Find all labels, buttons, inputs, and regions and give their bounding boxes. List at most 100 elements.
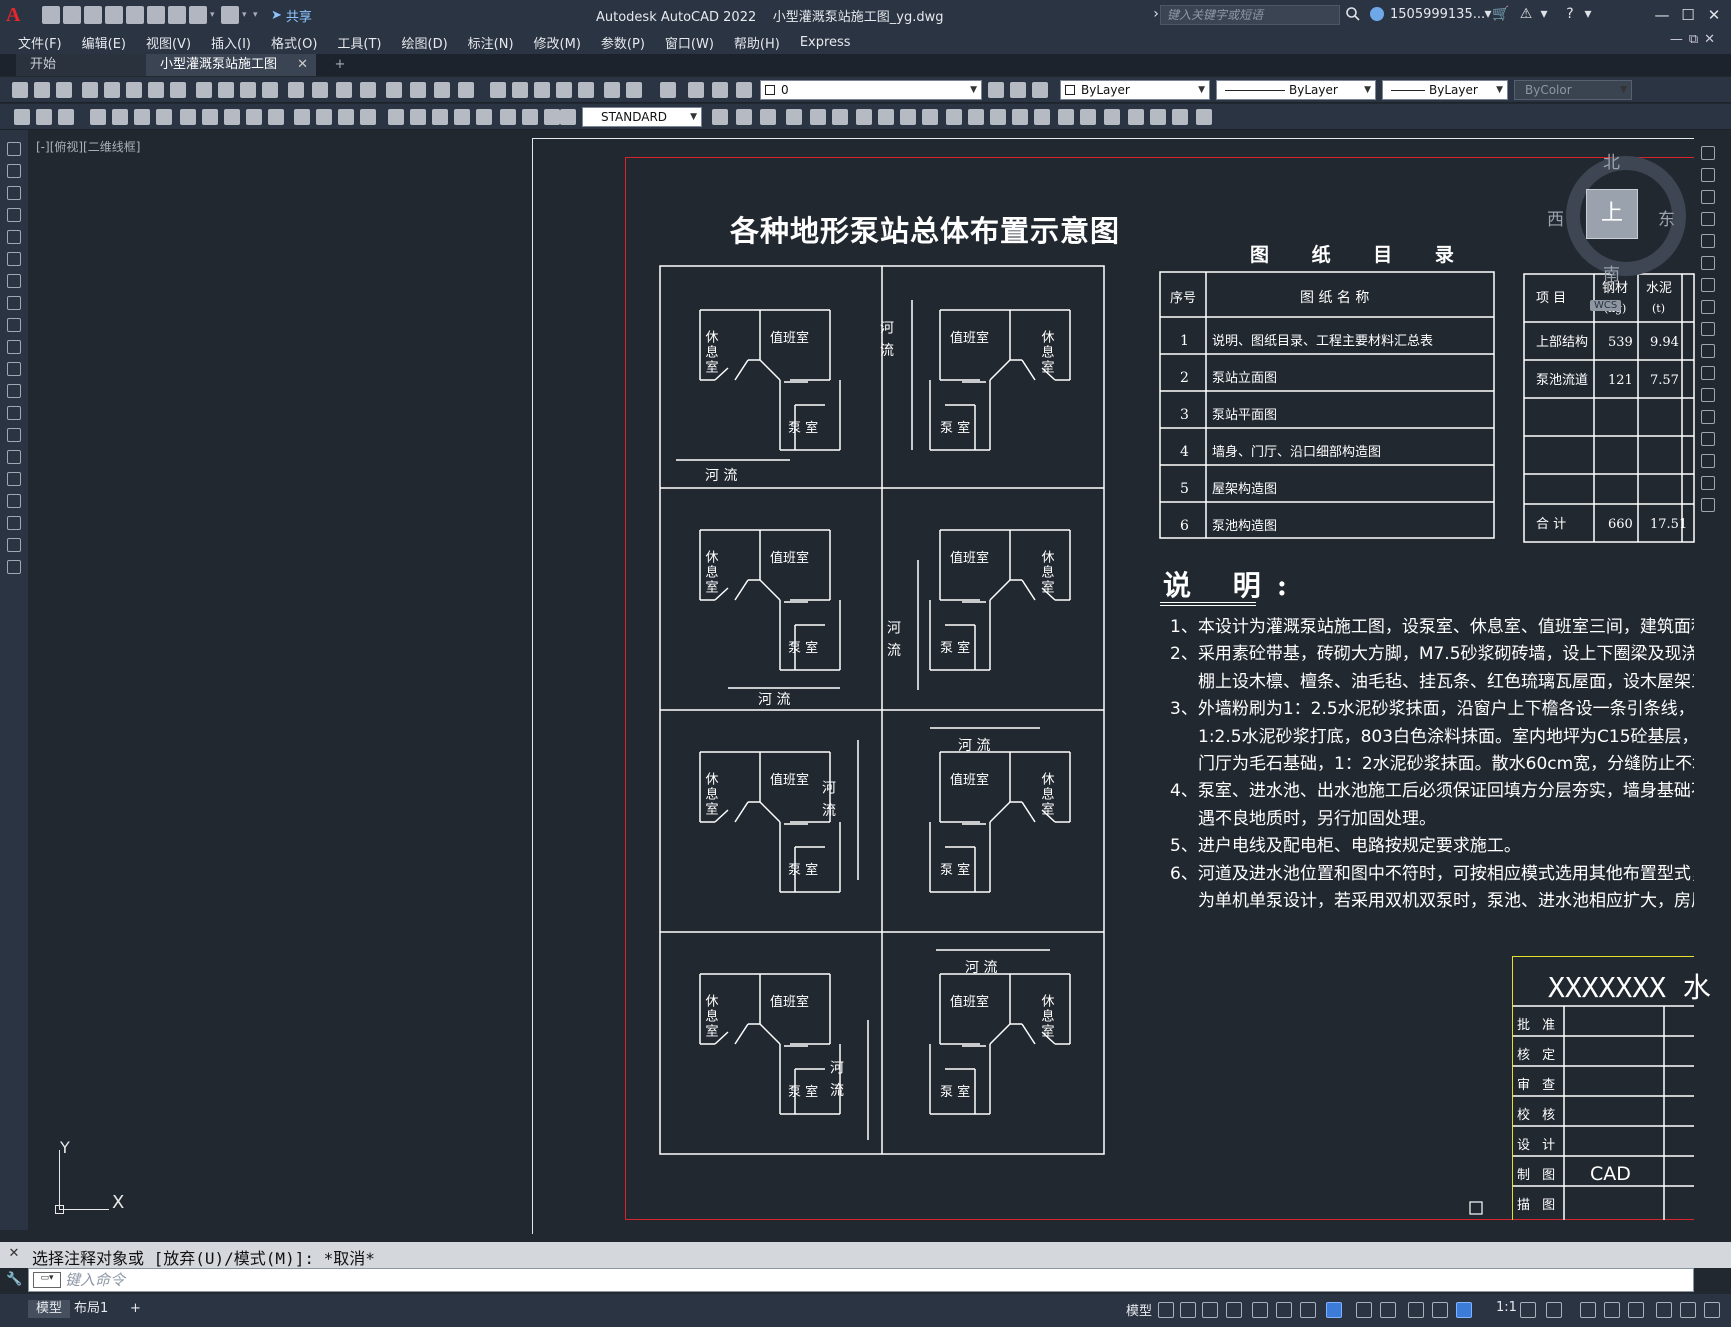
sketch-5-rest-label: 休息室 [1039,772,1055,817]
status-toggle-icon-20[interactable] [1704,1302,1720,1318]
command-close-icon[interactable]: ✕ [6,1246,22,1262]
sketch-6-duty-label: 值班室 [770,994,809,1010]
sketch-2-rest-label: 休息室 [703,550,719,595]
sketch-3-f [1021,579,1036,601]
status-toggle-icon-3[interactable] [1226,1302,1242,1318]
river-label-5: 河 流 [958,738,990,754]
annotation-scale[interactable]: 1:1 [1496,1300,1517,1315]
title-block-name: XXXXXXX 水 [1548,971,1711,1004]
note-line-2: 棚上设木檩、檀条、油毛毡、挂瓦条、红色琉璃瓦屋面，设木屋架三付 [1198,671,1694,692]
notes-underline [1160,602,1256,606]
sketch-4-f [734,801,749,823]
status-toggle-icon-12[interactable] [1456,1302,1472,1318]
index-row-name-0: 说明、图纸目录、工程主要材料汇总表 [1212,334,1433,349]
note-line-8: 5、进户电线及配电柜、电路按规定要求施工。 [1170,836,1521,857]
sketch-1-rest-label: 休息室 [1039,330,1055,375]
note-line-7: 遇不良地质时，另行加固处理。 [1198,808,1436,829]
note-line-1: 2、采用素砼带基，砖砌大方脚，M7.5砂浆砌砖墙，设上下圈梁及现浇天沟 [1170,644,1694,665]
ucs-y-axis [59,1150,60,1210]
material-row-steel-1: 121 [1608,373,1633,388]
add-layout-icon[interactable]: + [122,1300,149,1318]
notes-text: 1、本设计为灌溉泵站施工图，设泵室、休息室、值班室三间，建筑面积51 2、采用素砼… [1160,608,1694,908]
sketch-5-pump-label: 泵 室 [940,862,970,878]
sketch-3-pump-label: 泵 室 [940,640,970,656]
viewcube-top-face[interactable]: 上 [1586,189,1638,239]
ucs-x-label: X [112,1192,125,1213]
status-toggle-icon-10[interactable] [1408,1302,1424,1318]
index-row-name-4: 屋架构造图 [1212,482,1277,497]
sketch-7-duty-label: 值班室 [950,994,989,1010]
sketch-6-f [734,1023,749,1045]
sketch-0-rest-label: 休息室 [703,330,719,375]
material-row-steel-2: 660 [1608,517,1633,532]
status-toggle-icon-13[interactable] [1520,1302,1536,1318]
note-line-10: 为单机单泵设计，若采用双机双泵时，泵池、进水池相应扩大，房屋结 [1198,891,1694,908]
drafter-name: CAD [1590,1163,1631,1185]
sketch-7-f [1021,1023,1036,1045]
material-row-steel-0: 539 [1608,335,1633,350]
status-toggle-icon-18[interactable] [1656,1302,1672,1318]
river-label-0: 河 流 [705,468,737,484]
status-toggle-icon-0[interactable] [1158,1302,1174,1318]
wcs-menu[interactable]: WCS [1590,300,1622,311]
note-line-6: 4、泵室、进水池、出水池施工后必须保证回填方分层夯实，墙身基础不得 [1170,781,1694,802]
note-line-0: 1、本设计为灌溉泵站施工图，设泵室、休息室、值班室三间，建筑面积51 [1170,617,1694,637]
material-row-cement-2: 17.51 [1650,517,1687,532]
sketch-7-rest-label: 休息室 [1039,994,1055,1039]
title-block-label-2: 审 查 [1517,1078,1560,1093]
viewcube-west[interactable]: 西 [1547,205,1564,230]
material-row-cement-1: 7.57 [1650,373,1679,388]
status-toggle-icon-19[interactable] [1680,1302,1696,1318]
sketch-6-j [759,1023,781,1045]
status-toggle-icon-1[interactable] [1180,1302,1196,1318]
status-toggle-icon-7[interactable] [1326,1302,1342,1318]
sketch-7-pump-label: 泵 室 [940,1084,970,1100]
sketch-2-j [759,579,781,601]
sketch-4-duty-label: 值班室 [770,772,809,788]
material-row-cement-0: 9.94 [1650,335,1679,350]
index-title: 图 纸 目 录 [1250,244,1472,266]
status-toggle-icon-11[interactable] [1432,1302,1448,1318]
layout-tab-model[interactable]: 模型 [28,1300,71,1318]
status-toggle-icon-17[interactable] [1628,1302,1644,1318]
status-toggle-icon-6[interactable] [1300,1302,1316,1318]
sketch-5-duty-label: 值班室 [950,772,989,788]
command-settings-icon[interactable]: 🔧 [6,1272,22,1288]
status-toggle-icon-4[interactable] [1252,1302,1268,1318]
sketch-4-pump-label: 泵 室 [788,862,818,878]
material-row-item-2: 合 计 [1536,517,1566,532]
note-line-3: 3、外墙粉刷为1：2.5水泥砂浆抹面，沿窗户上下檐各设一条引条线，立邦 [1170,699,1694,720]
status-toggle-icon-14[interactable] [1546,1302,1562,1318]
status-toggle-icon-15[interactable] [1580,1302,1596,1318]
status-toggle-icon-2[interactable] [1202,1302,1218,1318]
recent-commands-icon[interactable]: ▭▾ [33,1272,61,1288]
command-line[interactable]: ▭▾ [28,1268,1694,1292]
river-label-7: 河 流 [965,960,997,976]
sketch-4-rest-label: 休息室 [703,772,719,817]
sketch-3-rest-label: 休息室 [1039,550,1055,595]
viewcube-east[interactable]: 东 [1658,205,1675,230]
notes-title: 说 明: [1163,569,1304,602]
status-toggle-icon-16[interactable] [1604,1302,1620,1318]
index-row-name-2: 泵站平面图 [1212,408,1277,423]
model-space-toggle[interactable]: 模型 [1126,1300,1152,1319]
title-block-label-6: 描 图 [1517,1198,1560,1213]
viewcube-south[interactable]: 南 [1603,260,1620,285]
sketch-3-j [989,579,1011,601]
status-bar: 模型 布局1 + 模型 1:1 [0,1294,1731,1327]
river-label-6: 河 流 [828,1060,844,1098]
status-toggle-icon-8[interactable] [1356,1302,1372,1318]
sketch-0-j [759,359,781,381]
material-header-cement-unit: (t) [1652,302,1665,315]
index-row-no-4: 5 [1180,481,1189,497]
title-block-label-0: 批 准 [1517,1018,1560,1033]
sketch-1-f [1021,359,1036,381]
sketch-2-f [734,579,749,601]
status-toggle-icon-9[interactable] [1380,1302,1396,1318]
grip-square [1469,1201,1483,1215]
status-toggle-icon-5[interactable] [1276,1302,1292,1318]
command-input[interactable] [65,1270,1565,1290]
viewcube-north[interactable]: 北 [1603,148,1620,173]
layout-tab-layout1[interactable]: 布局1 [66,1300,116,1318]
sketch-0-f [734,359,749,381]
